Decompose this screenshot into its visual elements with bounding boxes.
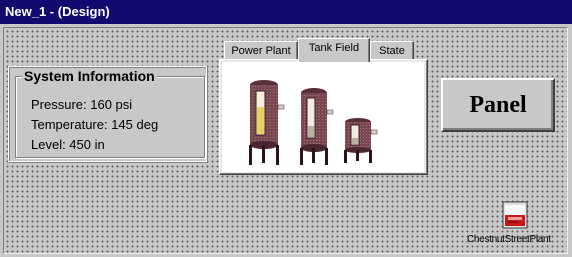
panel-button-label: Panel [469,92,527,118]
temperature-readout: Temperature: 145 deg [31,117,159,132]
pressure-readout: Pressure: 160 psi [31,97,133,112]
tab-state[interactable]: State [370,41,414,61]
tank-2-icon[interactable] [298,86,334,166]
tab-power-plant-label: Power Plant [231,45,291,57]
panel-button[interactable]: Panel [441,78,555,132]
tab-state-label: State [379,45,405,57]
level-readout: Level: 450 in [31,137,105,152]
shortcut-label[interactable]: ChestnutStreetPlant [467,234,568,246]
design-window: New_1 - (Design) System Information Pres… [0,0,572,257]
window-titlebar[interactable]: New_1 - (Design) [0,0,572,24]
tank-3-icon[interactable] [342,116,378,164]
tab-tank-field-label: Tank Field [308,42,360,54]
tab-tank-field[interactable]: Tank Field [298,38,370,62]
tab-power-plant[interactable]: Power Plant [224,41,298,61]
plant-display-icon[interactable] [502,201,528,229]
tank-1-icon[interactable] [246,77,286,167]
system-info-title: System Information [22,68,157,84]
window-title: New_1 - (Design) [5,4,110,19]
